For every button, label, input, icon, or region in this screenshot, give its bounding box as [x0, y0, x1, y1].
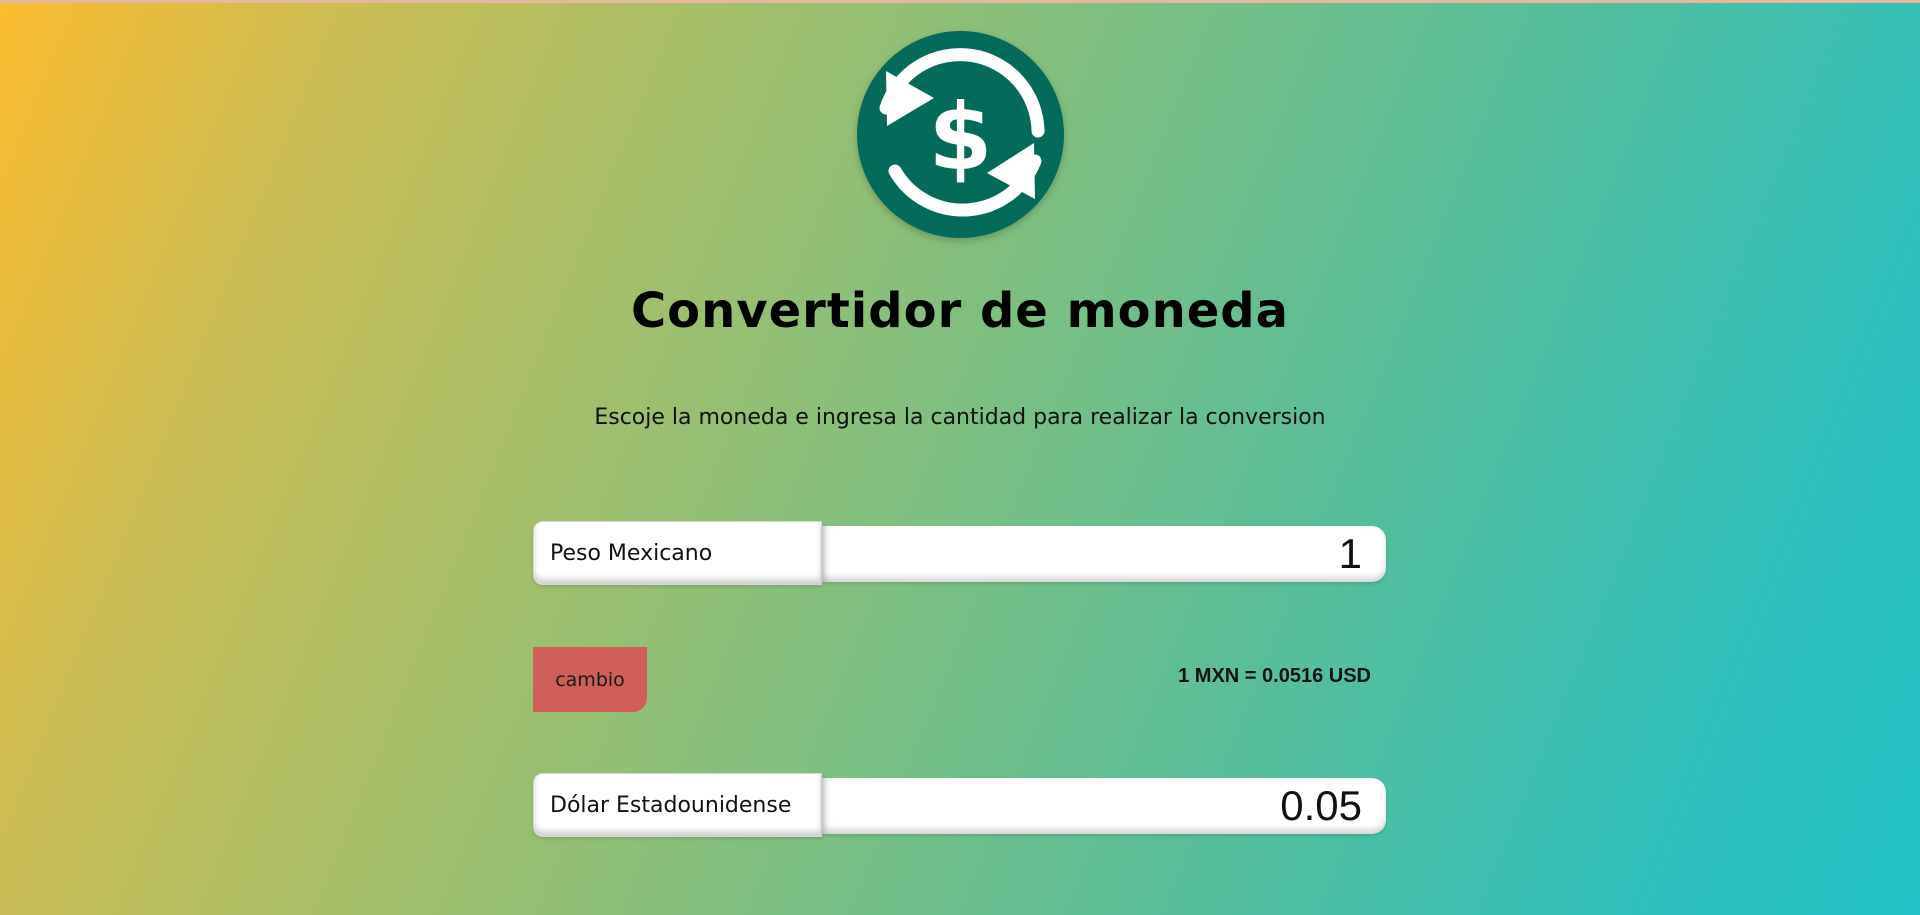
to-amount-input[interactable]: [822, 778, 1386, 834]
from-currency-select[interactable]: Peso Mexicano: [533, 521, 822, 585]
page-title: Convertidor de moneda: [630, 283, 1290, 339]
page-subtitle: Escoje la moneda e ingresa la cantidad p…: [594, 405, 1326, 430]
swap-button[interactable]: cambio: [533, 647, 647, 712]
from-amount-input[interactable]: [822, 526, 1386, 582]
window-top-edge: [0, 0, 1920, 3]
currency-exchange-logo: $: [857, 31, 1064, 238]
currency-exchange-icon: $: [879, 48, 1045, 217]
to-currency-label: Dólar Estadounidense: [550, 792, 792, 818]
from-currency-label: Peso Mexicano: [550, 540, 713, 566]
exchange-rate-text: 1 MXN = 0.0516 USD: [1178, 665, 1371, 687]
to-currency-select[interactable]: Dólar Estadounidense: [533, 773, 822, 837]
svg-text:$: $: [928, 84, 992, 191]
